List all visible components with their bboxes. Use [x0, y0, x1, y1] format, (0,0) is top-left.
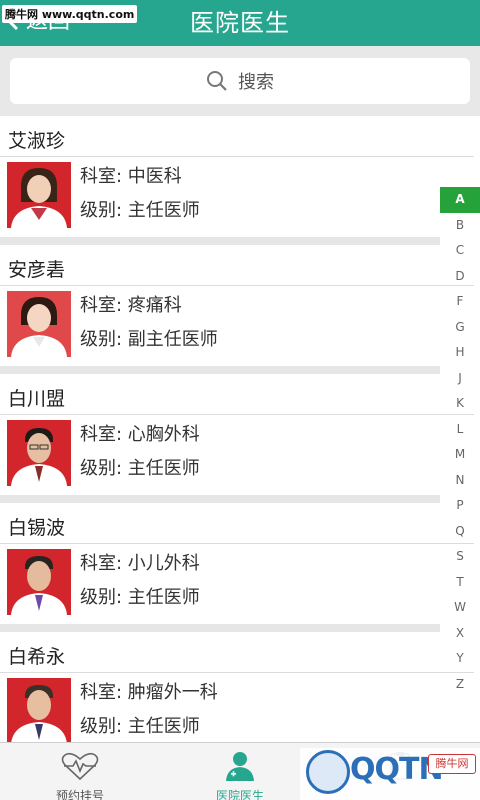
index-letter-z[interactable]: Z — [440, 672, 480, 698]
doctor-department: 科室: 疼痛科 — [80, 295, 182, 316]
index-letter-f[interactable]: F — [440, 289, 480, 315]
index-letter-g[interactable]: G — [440, 315, 480, 341]
divider — [0, 285, 474, 286]
doctor-level: 级别: 主任医师 — [80, 716, 200, 737]
index-letter-h[interactable]: H — [440, 340, 480, 366]
divider — [0, 156, 474, 157]
doctor-level: 级别: 副主任医师 — [80, 329, 218, 350]
doctor-photo — [7, 420, 71, 486]
app-header: 返回 医院医生 腾牛网 www.qqtn.com — [0, 0, 480, 46]
doctor-photo — [7, 291, 71, 357]
doctor-name: 艾淑珍 — [8, 130, 66, 152]
doctor-photo — [7, 549, 71, 615]
index-letter-l[interactable]: L — [440, 417, 480, 443]
index-letter-w[interactable]: W — [440, 595, 480, 621]
index-letter-q[interactable]: Q — [440, 519, 480, 545]
alphabet-index: A B C D F G H J K L M N P Q S T W X Y Z — [440, 187, 480, 697]
doctor-name: 安彦砉 — [8, 259, 66, 281]
index-letter-x[interactable]: X — [440, 621, 480, 647]
doctor-list-item[interactable]: 艾淑珍 科室: 中医科 级别: 主任医师 — [0, 116, 474, 245]
doctor-level: 级别: 主任医师 — [80, 458, 200, 479]
doctor-department: 科室: 小儿外科 — [80, 553, 200, 574]
row-separator — [0, 624, 440, 632]
doctor-list-item[interactable]: 安彦砉 科室: 疼痛科 级别: 副主任医师 — [0, 245, 474, 374]
nav-doctors-label: 医院医生 — [215, 789, 264, 800]
doctor-icon — [226, 752, 254, 781]
index-letter-p[interactable]: P — [440, 493, 480, 519]
search-area: 搜索 — [0, 46, 480, 116]
doctor-name: 白希永 — [8, 646, 66, 668]
index-letter-t[interactable]: T — [440, 570, 480, 596]
doctor-level: 级别: 主任医师 — [80, 200, 200, 221]
row-separator — [0, 366, 440, 374]
index-letter-y[interactable]: Y — [440, 646, 480, 672]
index-letter-d[interactable]: D — [440, 264, 480, 290]
search-input[interactable]: 搜索 — [10, 58, 470, 104]
index-letter-b[interactable]: B — [440, 213, 480, 239]
nav-appointment[interactable]: 预约挂号 — [0, 743, 160, 800]
divider — [0, 672, 474, 673]
search-icon — [207, 71, 227, 91]
row-separator — [0, 237, 440, 245]
index-letter-k[interactable]: K — [440, 391, 480, 417]
doctor-department: 科室: 心胸外科 — [80, 424, 200, 445]
doctor-list: 艾淑珍 科室: 中医科 级别: 主任医师 安彦砉 科室: 疼痛科 级别: 副主任… — [0, 116, 474, 761]
index-letter-a[interactable]: A — [440, 187, 480, 213]
doctor-photo — [7, 162, 71, 228]
row-separator — [0, 495, 440, 503]
index-letter-s[interactable]: S — [440, 544, 480, 570]
logo-emblem-icon — [306, 750, 350, 794]
doctor-name: 白川盟 — [8, 388, 66, 410]
logo-tag: 腾牛网 — [428, 754, 476, 774]
doctor-name: 白锡波 — [8, 517, 66, 539]
heartbeat-icon — [61, 752, 99, 781]
doctor-department: 科室: 中医科 — [80, 166, 182, 187]
doctor-list-item[interactable]: 白川盟 科室: 心胸外科 级别: 主任医师 — [0, 374, 474, 503]
doctor-photo — [7, 678, 71, 744]
nav-appointment-label: 预约挂号 — [55, 789, 104, 800]
nav-doctors[interactable]: 医院医生 — [160, 743, 320, 800]
doctor-list-item[interactable]: 白锡波 科室: 小儿外科 级别: 主任医师 — [0, 503, 474, 632]
divider — [0, 414, 474, 415]
doctor-department: 科室: 肿瘤外一科 — [80, 682, 218, 703]
qqtn-watermark-logo: QQTN 腾牛网 — [300, 748, 480, 800]
doctor-level: 级别: 主任医师 — [80, 587, 200, 608]
divider — [0, 543, 474, 544]
index-letter-n[interactable]: N — [440, 468, 480, 494]
index-letter-j[interactable]: J — [440, 366, 480, 392]
index-letter-c[interactable]: C — [440, 238, 480, 264]
index-letter-m[interactable]: M — [440, 442, 480, 468]
site-watermark: 腾牛网 www.qqtn.com — [2, 5, 138, 23]
search-placeholder: 搜索 — [238, 72, 274, 93]
